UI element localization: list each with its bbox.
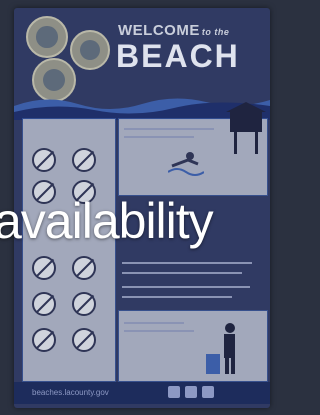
seal-top-left — [26, 16, 68, 58]
text-line — [124, 136, 194, 138]
text-line — [124, 322, 184, 324]
seal-top-right — [70, 30, 110, 70]
sign-welcome-text: WELCOME to the — [118, 22, 229, 39]
no-litter-icon — [32, 328, 56, 352]
trash-disposal-icon — [206, 323, 235, 374]
to-the-word: to the — [201, 27, 230, 37]
tips-panel — [118, 310, 268, 382]
no-alcohol-icon — [32, 256, 56, 280]
no-drones-icon — [32, 292, 56, 316]
overlay-caption: availability — [0, 193, 214, 249]
lifeguard-tower-icon — [226, 102, 266, 154]
beach-sign-photo: WELCOME to the BEACH beaches.lacounty.go… — [0, 0, 280, 415]
text-line — [122, 272, 242, 274]
text-line — [122, 296, 232, 298]
text-line — [122, 286, 250, 288]
no-fireworks-icon — [72, 328, 96, 352]
text-line — [124, 330, 194, 332]
swimmer-icon — [168, 152, 204, 176]
text-line — [122, 262, 252, 264]
no-fishing-icon — [72, 292, 96, 316]
social-icons — [168, 386, 214, 398]
welcome-word: WELCOME — [118, 22, 200, 39]
no-smoking-icon — [32, 148, 56, 172]
sign-beach-text: BEACH — [116, 38, 240, 74]
text-line — [124, 128, 214, 130]
no-glass-icon — [72, 148, 96, 172]
footer-url-text: beaches.lacounty.gov — [32, 388, 109, 397]
no-camping-icon — [72, 256, 96, 280]
